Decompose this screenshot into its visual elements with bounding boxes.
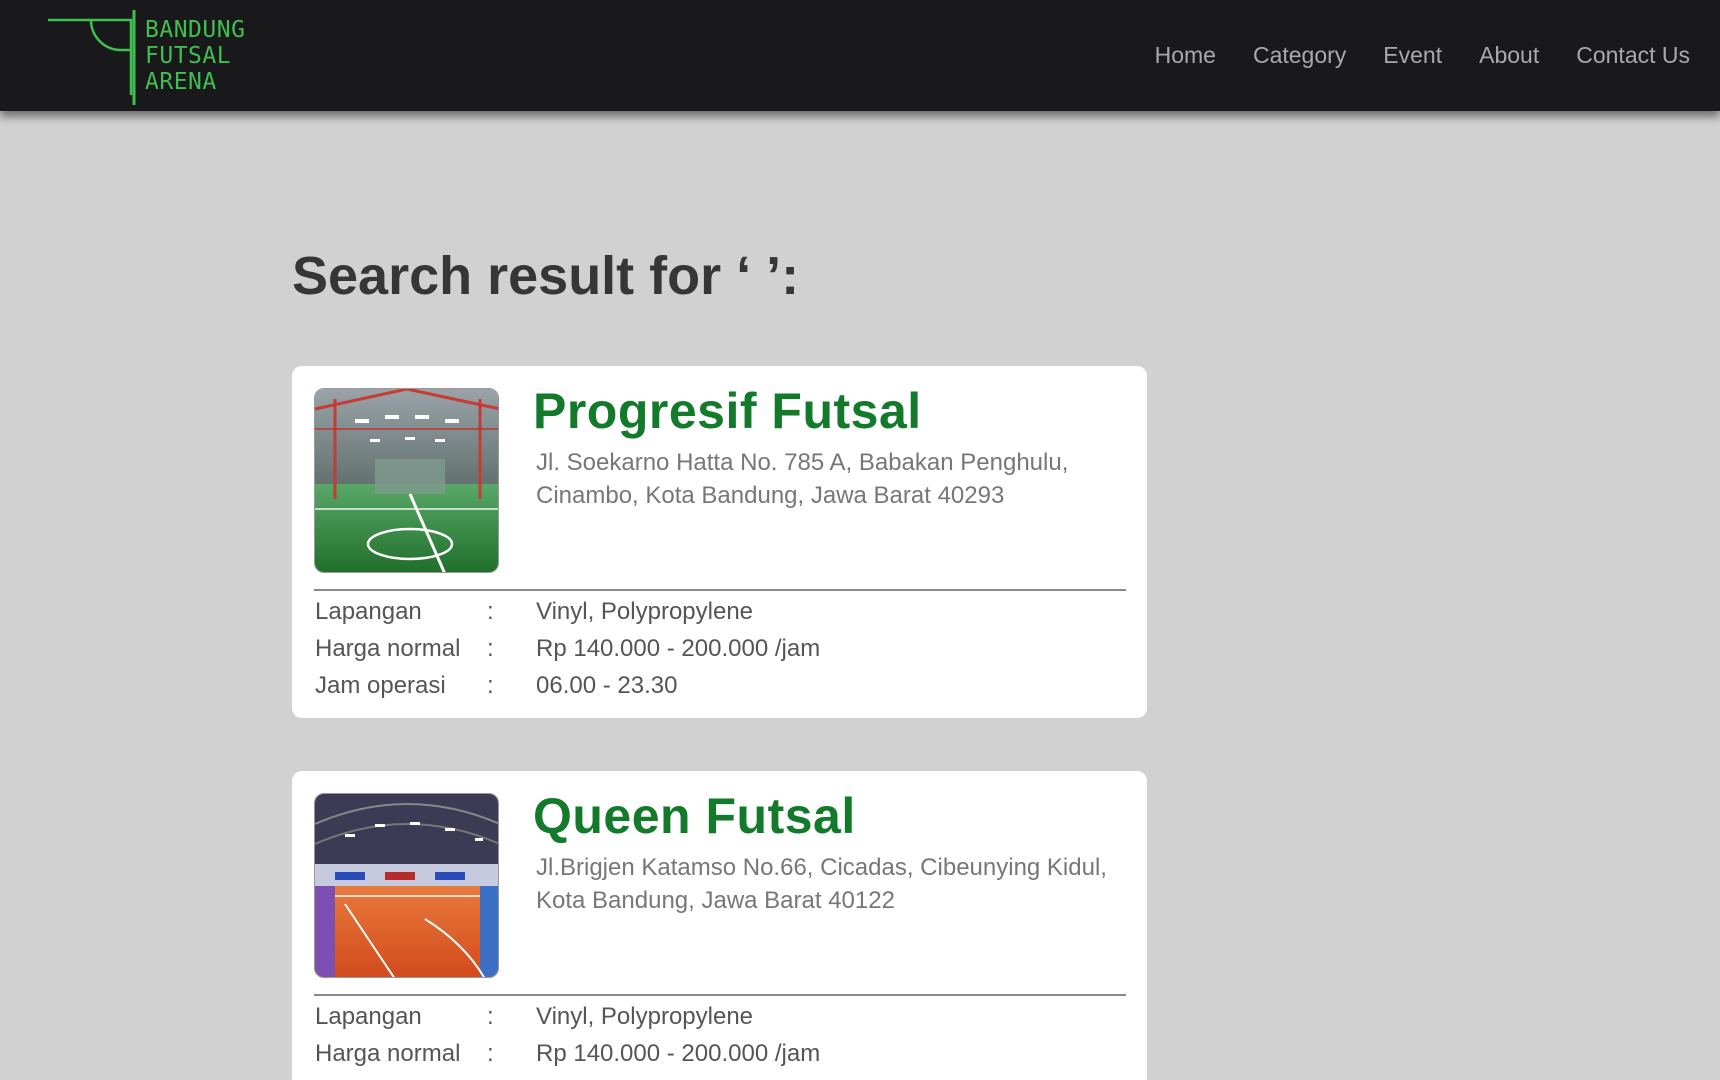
address-line-2: Kota Bandung, Jawa Barat 40122 [536,887,895,914]
nav-event[interactable]: Event [1383,40,1442,70]
detail-separator: : [487,635,494,662]
detail-label: Lapangan [315,598,422,625]
venue-address: Jl.Brigjen Katamso No.66, Cicadas, Cibeu… [536,851,1126,917]
orange-court-image [315,794,498,977]
venue-card[interactable]: Queen Futsal Jl.Brigjen Katamso No.66, C… [292,771,1147,1080]
card-divider [314,994,1126,996]
detail-label: Jam operasi [315,672,446,699]
detail-separator: : [487,598,494,625]
detail-row-harga: Harga normal : Rp 140.000 - 200.000 /jam [315,634,1115,664]
detail-separator: : [487,1040,494,1067]
venue-name[interactable]: Progresif Futsal [533,382,922,440]
venue-photo[interactable] [314,388,499,573]
address-line-1: Jl. Soekarno Hatta No. 785 A, Babakan Pe… [536,449,1069,476]
detail-label: Harga normal [315,1040,461,1067]
brand-line-2: FUTSAL [145,43,232,69]
detail-row-lapangan: Lapangan : Vinyl, Polypropylene [315,1002,1115,1032]
nav-home[interactable]: Home [1155,40,1216,70]
card-divider [314,589,1126,591]
main-nav: Home Category Event About Contact Us [1118,40,1690,70]
detail-separator: : [487,1003,494,1030]
detail-value: Rp 140.000 - 200.000 /jam [536,635,821,662]
detail-separator: : [487,672,494,699]
detail-value: Rp 140.000 - 200.000 /jam [536,1040,821,1067]
venue-photo[interactable] [314,793,499,978]
top-navbar: BANDUNG FUTSAL ARENA Home Category Event… [0,0,1720,111]
nav-about[interactable]: About [1479,40,1539,70]
detail-row-harga: Harga normal : Rp 140.000 - 200.000 /jam [315,1039,1115,1069]
nav-category[interactable]: Category [1253,40,1346,70]
venue-address: Jl. Soekarno Hatta No. 785 A, Babakan Pe… [536,446,1126,512]
brand-logo[interactable]: BANDUNG FUTSAL ARENA [46,10,246,105]
brand-wordmark: BANDUNG FUTSAL ARENA [145,17,245,95]
detail-label: Harga normal [315,635,461,662]
detail-value: 06.00 - 23.30 [536,672,678,699]
detail-row-jam: Jam operasi : 06.00 - 23.30 [315,671,1115,701]
detail-row-lapangan: Lapangan : Vinyl, Polypropylene [315,597,1115,627]
brand-line-3: ARENA [145,69,217,95]
address-line-1: Jl.Brigjen Katamso No.66, Cicadas, Cibeu… [536,854,1107,881]
detail-value: Vinyl, Polypropylene [536,1003,754,1030]
venue-card[interactable]: Progresif Futsal Jl. Soekarno Hatta No. … [292,366,1147,718]
green-field-image [315,389,498,572]
search-result-title: Search result for ‘ ’: [292,246,800,306]
address-line-2: Cinambo, Kota Bandung, Jawa Barat 40293 [536,482,1005,509]
venue-name[interactable]: Queen Futsal [533,787,856,845]
nav-contact-us[interactable]: Contact Us [1576,40,1690,70]
brand-line-1: BANDUNG [145,17,246,43]
field-corner-icon [48,10,136,105]
detail-value: Vinyl, Polypropylene [536,598,754,625]
detail-label: Lapangan [315,1003,422,1030]
